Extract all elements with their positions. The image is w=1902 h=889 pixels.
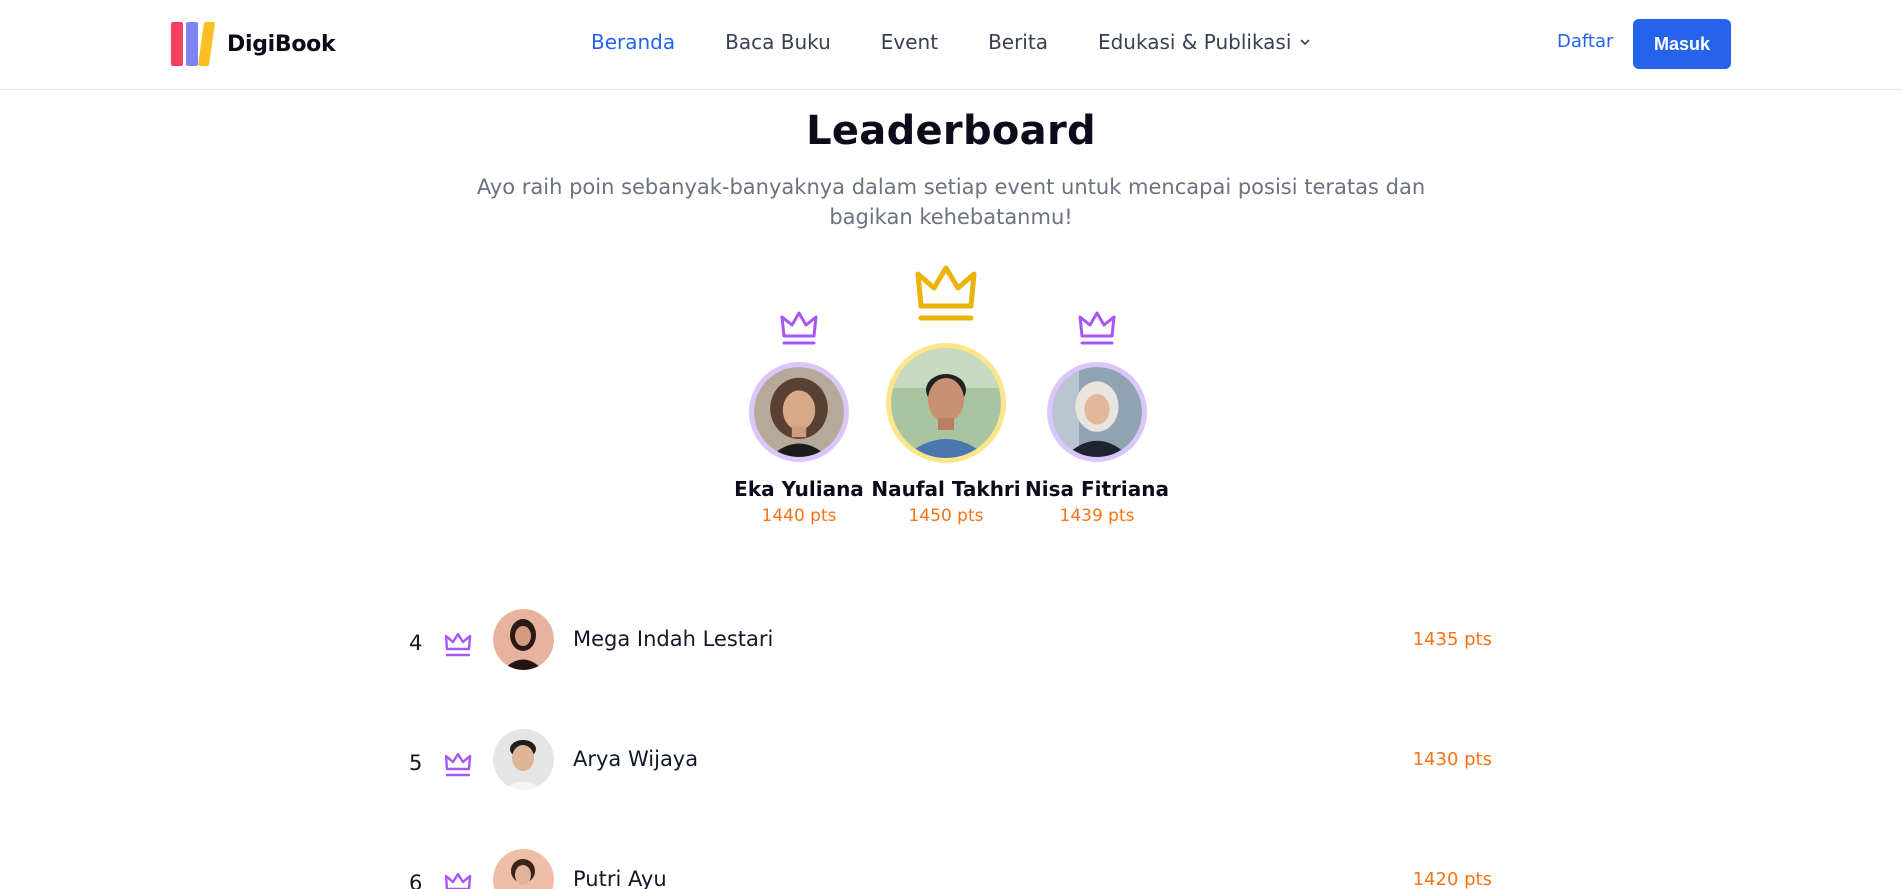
nav-item-baca-buku[interactable]: Baca Buku (725, 30, 831, 54)
crown-icon (444, 872, 472, 889)
chevron-down-icon (1301, 39, 1310, 45)
books-logo-icon (171, 22, 217, 66)
podium-points: 1439 pts (1059, 506, 1135, 526)
avatar (1047, 362, 1147, 462)
brand-logo[interactable]: DigiBook (171, 22, 336, 66)
avatar (493, 609, 554, 670)
brand-name: DigiBook (227, 31, 336, 57)
page-subtitle: Ayo raih poin sebanyak-banyaknya dalam s… (476, 175, 1426, 229)
nav-item-edukasi-publikasi[interactable]: Edukasi & Publikasi (1098, 30, 1311, 54)
page-title: Leaderboard (806, 108, 1096, 154)
player-name: Mega Indah Lestari (573, 627, 774, 651)
crown-icon (915, 265, 977, 321)
rank-number: 5 (409, 751, 423, 775)
main-nav: Beranda Baca Buku Event Berita Edukasi &… (591, 30, 1361, 54)
top-navbar: DigiBook Beranda Baca Buku Event Berita … (0, 0, 1902, 90)
rank-number: 6 (409, 871, 423, 889)
nav-item-event[interactable]: Event (881, 30, 938, 54)
crown-icon (444, 752, 472, 777)
player-points: 1430 pts (1412, 749, 1492, 770)
register-link[interactable]: Daftar (1557, 31, 1613, 52)
nav-item-beranda[interactable]: Beranda (591, 30, 675, 54)
crown-icon (780, 311, 818, 345)
avatar (886, 343, 1006, 463)
login-button[interactable]: Masuk (1633, 19, 1731, 69)
podium-third: Nisa Fitriana 1439 pts (997, 310, 1197, 530)
podium-name: Nisa Fitriana (1025, 477, 1169, 501)
player-name: Arya Wijaya (573, 747, 699, 771)
avatar (493, 849, 554, 889)
player-name: Putri Ayu (573, 867, 667, 889)
crown-icon (444, 632, 472, 657)
nav-item-berita[interactable]: Berita (988, 30, 1048, 54)
nav-item-label: Edukasi & Publikasi (1097, 30, 1292, 54)
crown-icon (1078, 311, 1116, 345)
leaderboard-row: 6 Putri Ayu 1420 pts (409, 849, 1492, 889)
player-points: 1420 pts (1412, 869, 1492, 889)
leaderboard-row: 5 Arya Wijaya 1430 pts (409, 729, 1492, 799)
avatar (749, 362, 849, 462)
player-points: 1435 pts (1412, 629, 1492, 650)
rank-number: 4 (409, 631, 423, 655)
leaderboard-row: 4 Mega Indah Lestari 1435 pts (409, 609, 1492, 679)
avatar (493, 729, 554, 790)
